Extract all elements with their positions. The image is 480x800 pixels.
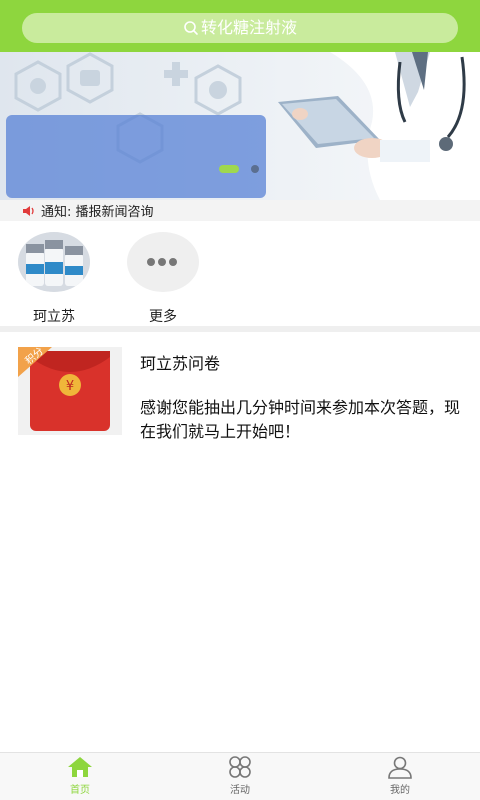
more-dots-icon [147,258,180,266]
tab-mine[interactable]: 我的 [360,755,440,796]
home-page: 转化糖注射液 通知: 播报新闻咨询 珂立苏 更多 ¥ 积分 珂立苏问卷 感谢您能… [0,0,480,800]
home-icon [68,757,92,777]
search-bar[interactable]: 转化糖注射液 [22,13,458,43]
survey-description: 感谢您能抽出几分钟时间来参加本次答题，现在我们就马上开始吧！ [140,398,461,441]
tab-home[interactable]: 首页 [40,755,120,796]
notice-bar[interactable]: 通知: 播报新闻咨询 [0,200,480,221]
activity-grid-icon [229,756,251,778]
pagination-dot[interactable] [251,165,259,173]
medicine-vials-image [18,232,90,292]
red-packet-image: ¥ 积分 [18,347,122,435]
tab-label: 我的 [390,785,410,796]
speaker-icon [23,205,34,216]
top-header: 转化糖注射液 [0,0,480,52]
tab-label: 首页 [70,785,90,796]
pagination-dot-active[interactable] [219,165,239,173]
notice-text: 通知: 播报新闻咨询 [41,205,154,220]
survey-card[interactable]: ¥ 积分 珂立苏问卷 感谢您能抽出几分钟时间来参加本次答题，现在我们就马上开始吧… [0,332,480,442]
bottom-tab-bar: 首页 活动 我的 [0,752,480,800]
category-item-kelisu[interactable]: 珂立苏 [18,232,90,326]
banner-overlay [6,115,266,198]
more-circle [127,232,199,292]
banner-pagination [219,165,259,173]
survey-title: 珂立苏问卷 [140,354,221,373]
search-placeholder: 转化糖注射液 [200,18,297,37]
tab-activity[interactable]: 活动 [200,755,280,796]
category-label: 珂立苏 [33,309,75,325]
category-item-more[interactable]: 更多 [127,232,199,326]
category-row: 珂立苏 更多 [0,222,480,326]
promo-banner[interactable] [0,52,480,200]
user-icon [388,756,412,779]
category-label: 更多 [149,309,177,325]
search-icon [184,21,198,35]
svg-text:¥: ¥ [66,379,74,394]
tab-label: 活动 [230,785,250,796]
